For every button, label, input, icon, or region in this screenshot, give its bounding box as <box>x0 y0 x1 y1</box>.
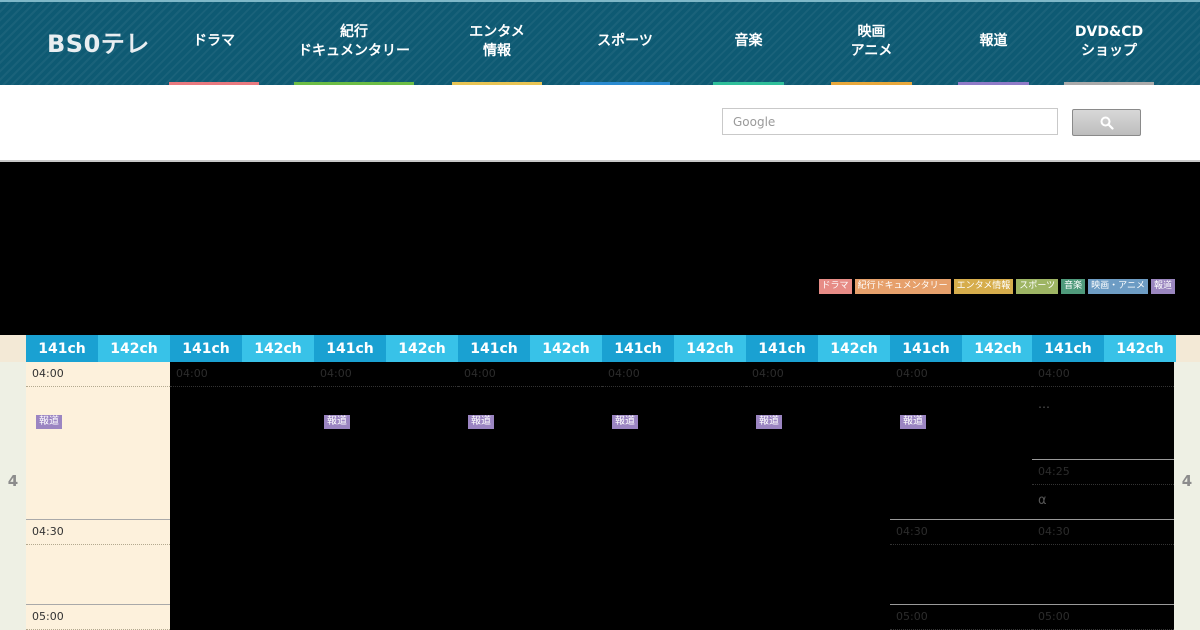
search-button[interactable] <box>1072 109 1141 136</box>
channel-141: 141ch <box>890 335 962 362</box>
nav-movie-anime[interactable]: 映画 アニメ <box>831 2 912 87</box>
nav-label: DVD&CD ショップ <box>1074 23 1144 59</box>
genre-tag-news[interactable]: 報道 <box>36 415 62 429</box>
channel-141: 141ch <box>602 335 674 362</box>
channel-141: 141ch <box>746 335 818 362</box>
channel-141: 141ch <box>170 335 242 362</box>
nav-label: 紀行 ドキュメンタリー <box>298 23 410 59</box>
genre-tag-news[interactable]: 報道 <box>756 415 782 429</box>
legend-documentary: 紀行ドキュメンタリー <box>854 279 951 294</box>
genre-tag-news[interactable]: 報道 <box>900 415 926 429</box>
search-band <box>0 85 1200 162</box>
time-slot: 05:00 <box>1032 605 1174 630</box>
channel-142: 142ch <box>98 335 170 362</box>
time-slot: 04:30 <box>26 520 170 545</box>
time-slot: 05:00 <box>26 605 170 630</box>
channel-141: 141ch <box>1032 335 1104 362</box>
nav-sports[interactable]: スポーツ <box>580 2 670 87</box>
time-slot: 04:00 <box>170 362 314 387</box>
program-title-ellipsis[interactable]: … <box>1038 397 1050 411</box>
time-slot: 04:00 <box>746 362 890 387</box>
search-input[interactable] <box>722 108 1058 135</box>
site-header: BS0テレ ドラマ 紀行 ドキュメンタリー エンタメ 情報 スポーツ 音楽 映画… <box>0 0 1200 87</box>
channel-142: 142ch <box>386 335 458 362</box>
legend-movie-anime: 映画・アニメ <box>1088 279 1148 294</box>
time-slot: 04:30 <box>890 520 1032 545</box>
day-column-current: 04:00 報道 04:30 05:00 <box>26 362 170 630</box>
channel-142: 142ch <box>242 335 314 362</box>
nav-label: ドラマ <box>193 33 235 49</box>
nav-label: エンタメ 情報 <box>469 23 525 59</box>
channel-142: 142ch <box>962 335 1034 362</box>
channel-142: 142ch <box>530 335 602 362</box>
legend-entertainment: エンタメ情報 <box>953 279 1014 294</box>
nav-dvd-cd-shop[interactable]: DVD&CD ショップ <box>1064 2 1154 87</box>
time-slot: 04:00 <box>458 362 602 387</box>
time-slot: 04:00 <box>890 362 1032 387</box>
time-slot: 04:00 <box>1032 362 1174 387</box>
channel-142: 142ch <box>1104 335 1176 362</box>
nav-label: 音楽 <box>734 33 763 49</box>
search-icon <box>1100 116 1114 130</box>
legend-news: 報道 <box>1150 279 1175 294</box>
nav-documentary[interactable]: 紀行 ドキュメンタリー <box>294 2 414 87</box>
nav-label: スポーツ <box>597 33 653 49</box>
channel-141: 141ch <box>314 335 386 362</box>
time-slot: 04:25 <box>1032 460 1174 485</box>
hour-label-left: 4 <box>0 362 26 630</box>
genre-tag-news[interactable]: 報道 <box>468 415 494 429</box>
channel-142: 142ch <box>818 335 890 362</box>
legend-sports: スポーツ <box>1016 279 1059 294</box>
legend-music: 音楽 <box>1061 279 1086 294</box>
nav-label: 映画 アニメ <box>850 23 893 59</box>
channel-141: 141ch <box>458 335 530 362</box>
time-slot: 04:00 <box>314 362 458 387</box>
genre-tag-news[interactable]: 報道 <box>612 415 638 429</box>
genre-tag-news[interactable]: 報道 <box>324 415 350 429</box>
time-slot: 05:00 <box>890 605 1032 630</box>
time-slot: 04:30 <box>1032 520 1174 545</box>
time-slot: 04:00 <box>602 362 746 387</box>
time-slot: 04:00 <box>26 362 170 387</box>
site-logo[interactable]: BS0テレ <box>47 24 150 59</box>
genre-legend: ドラマ 紀行ドキュメンタリー エンタメ情報 スポーツ 音楽 映画・アニメ 報道 <box>818 279 1175 294</box>
program-title-alpha[interactable]: α <box>1038 493 1047 508</box>
nav-drama[interactable]: ドラマ <box>169 2 259 87</box>
nav-label: 報道 <box>979 33 1008 49</box>
nav-entertainment[interactable]: エンタメ 情報 <box>452 2 542 87</box>
channel-141: 141ch <box>26 335 98 362</box>
nav-news[interactable]: 報道 <box>958 2 1029 87</box>
channel-142: 142ch <box>674 335 746 362</box>
nav-music[interactable]: 音楽 <box>713 2 784 87</box>
channel-header-row: 141ch 142ch 141ch 142ch 141ch 142ch 141c… <box>0 335 1200 362</box>
legend-drama: ドラマ <box>818 279 852 294</box>
hour-label-right: 4 <box>1174 362 1200 630</box>
